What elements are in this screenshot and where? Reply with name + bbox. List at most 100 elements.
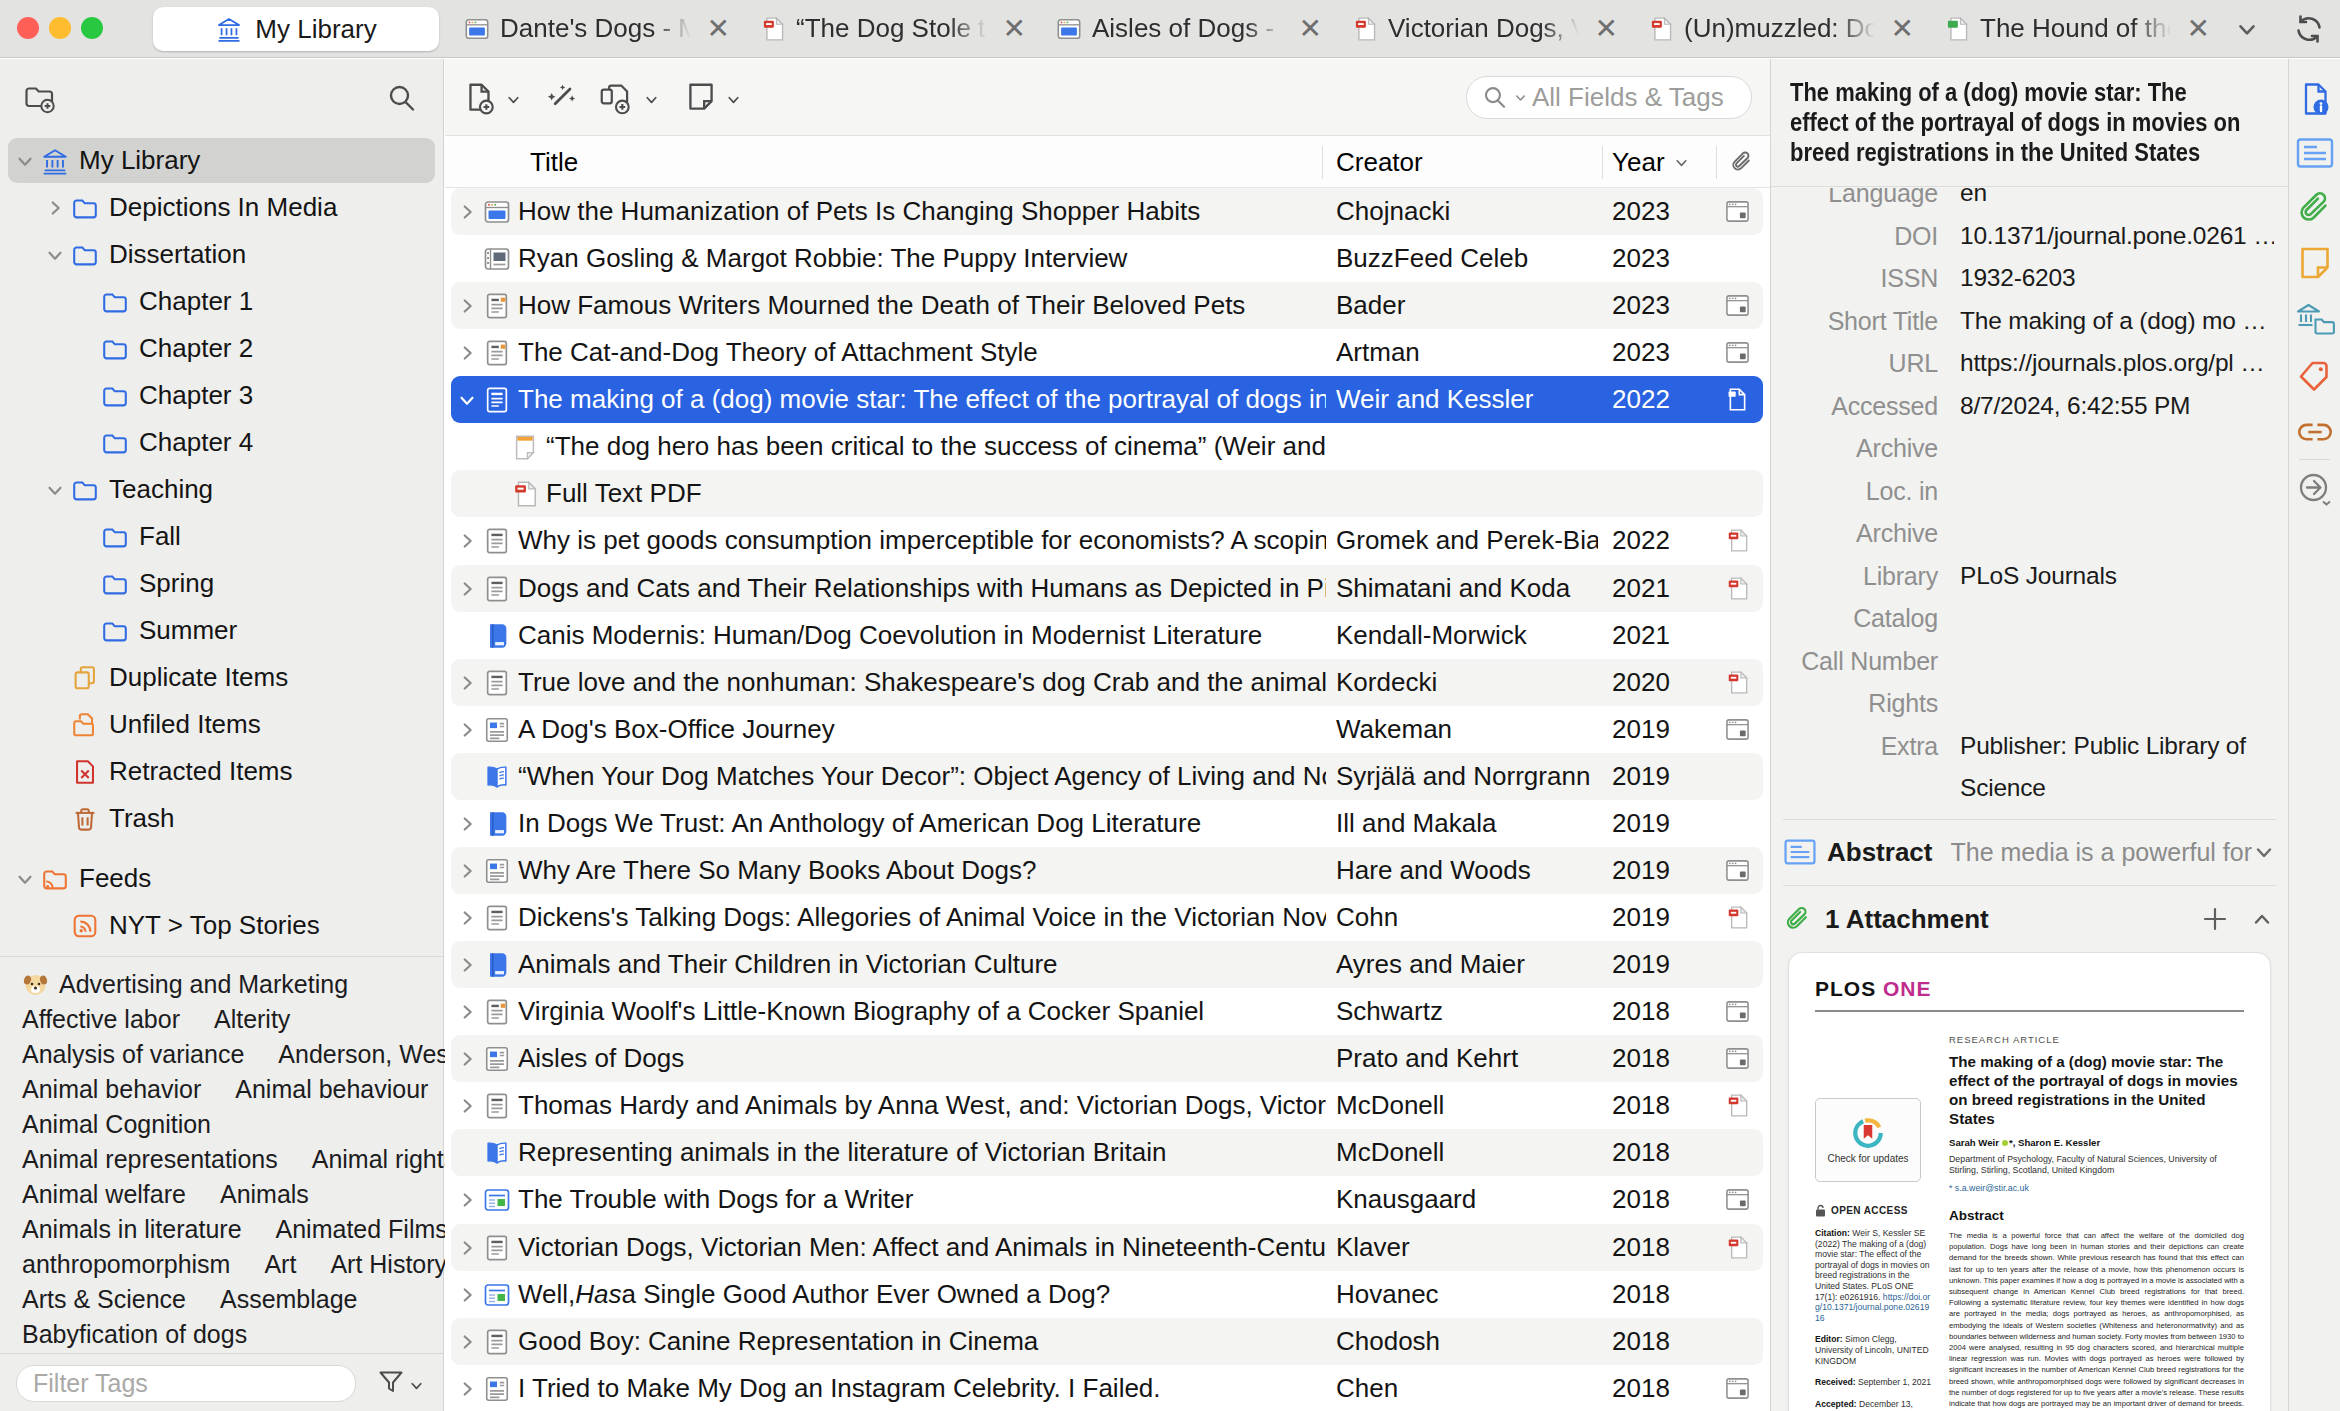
table-row[interactable]: Good Boy: Canine Representation in Cinem… [445, 1318, 1770, 1365]
table-row[interactable]: True love and the nonhuman: Shakespeare'… [445, 659, 1770, 706]
chevron-right-icon[interactable] [453, 1224, 481, 1271]
close-tab-icon[interactable]: ✕ [1299, 15, 1322, 43]
child-item-row[interactable]: Full Text PDF [445, 470, 1770, 517]
zoom-window-button[interactable] [81, 17, 103, 39]
close-tab-icon[interactable]: ✕ [1003, 15, 1026, 43]
tag-item[interactable]: Anderson, Wes [278, 1040, 448, 1069]
tab-item[interactable]: Victorian Dogs, Victo✕ [1336, 0, 1632, 57]
table-row[interactable]: Thomas Hardy and Animals by Anna West, a… [445, 1082, 1770, 1129]
tag-item[interactable]: Analysis of variance [22, 1040, 244, 1069]
add-by-identifier-icon[interactable] [543, 80, 579, 116]
column-header-creator[interactable]: Creator [1336, 137, 1423, 187]
table-row[interactable]: How Famous Writers Mourned the Death of … [445, 282, 1770, 329]
sidebar-item-summer[interactable]: Summer [0, 607, 443, 654]
new-item-icon[interactable] [462, 80, 498, 116]
field-value[interactable]: PLoS Journals [1960, 555, 2274, 640]
minimize-window-button[interactable] [49, 17, 71, 39]
tag-item[interactable]: Animals [220, 1180, 309, 1209]
chevron-right-icon[interactable] [453, 1035, 481, 1082]
field-value[interactable]: Publisher: Public Library of Science [1960, 725, 2274, 810]
field-value[interactable] [1960, 682, 2274, 725]
tag-item[interactable]: Art History [330, 1250, 447, 1279]
sidebar-item-chapter-4[interactable]: Chapter 4 [0, 419, 443, 466]
new-collection-icon[interactable] [22, 81, 58, 115]
new-note-chevron-icon[interactable] [725, 91, 742, 108]
table-row[interactable]: Animals and Their Children in Victorian … [445, 941, 1770, 988]
tab-item[interactable]: (Un)muzzled: Dogs i✕ [1632, 0, 1928, 57]
sidebar-item-my-library[interactable]: My Library [0, 137, 443, 184]
sidenav-attachments-icon[interactable] [2295, 188, 2335, 228]
table-row[interactable]: The Trouble with Dogs for a WriterKnausg… [445, 1176, 1770, 1223]
table-row[interactable]: Why Are There So Many Books About Dogs?H… [445, 847, 1770, 894]
chevron-right-icon[interactable] [453, 847, 481, 894]
field-value[interactable]: en [1960, 188, 2274, 215]
chevron-right-icon[interactable] [453, 1318, 481, 1365]
tag-item[interactable]: Animated Films [276, 1215, 448, 1244]
tag-item[interactable]: Art [264, 1250, 296, 1279]
table-row[interactable]: Well, Has a Single Good Author Ever Owne… [445, 1271, 1770, 1318]
sidenav-info-icon[interactable] [2296, 80, 2334, 118]
sidebar-item-chapter-2[interactable]: Chapter 2 [0, 325, 443, 372]
tag-item[interactable]: Animal behaviour [235, 1075, 428, 1104]
tab-list-chevron-icon[interactable] [2234, 16, 2260, 42]
chevron-right-icon[interactable] [453, 988, 481, 1035]
close-tab-icon[interactable]: ✕ [1891, 15, 1914, 43]
tab-item[interactable]: Dante's Dogs - Mang✕ [448, 0, 744, 57]
close-window-button[interactable] [17, 17, 39, 39]
table-row[interactable]: Canis Modernis: Human/Dog Coevolution in… [445, 612, 1770, 659]
chevron-right-icon[interactable] [453, 659, 481, 706]
search-chevron-icon[interactable] [1513, 90, 1528, 105]
field-value[interactable] [1960, 640, 2274, 683]
close-tab-icon[interactable]: ✕ [2187, 15, 2210, 43]
sidebar-item-feeds[interactable]: Feeds [0, 855, 443, 902]
table-row[interactable]: Dickens's Talking Dogs: Allegories of An… [445, 894, 1770, 941]
attachments-section-header[interactable]: 1 Attachment [1771, 886, 2288, 952]
column-header-year[interactable]: Year [1612, 137, 1690, 187]
tag-item[interactable]: Animal welfare [22, 1180, 186, 1209]
sidenav-related-icon[interactable] [2295, 418, 2335, 448]
sidenav-libraries-collections-icon[interactable] [2294, 300, 2336, 338]
tab-my-library[interactable]: My Library [153, 7, 439, 51]
sync-icon[interactable] [2292, 12, 2326, 46]
sidebar-item-chapter-3[interactable]: Chapter 3 [0, 372, 443, 419]
field-value[interactable]: https://journals.plos.org/pl … [1960, 342, 2274, 385]
close-tab-icon[interactable]: ✕ [707, 15, 730, 43]
field-value[interactable]: 8/7/2024, 6:42:55 PM [1960, 385, 2274, 428]
chevron-down-icon[interactable] [12, 868, 38, 890]
table-row[interactable]: The Cat-and-Dog Theory of Attachment Sty… [445, 329, 1770, 376]
abstract-section[interactable]: Abstract The media is a powerful forc… [1771, 819, 2288, 885]
add-attachment-icon[interactable] [597, 80, 635, 116]
chevron-right-icon[interactable] [453, 282, 481, 329]
field-value[interactable] [1960, 427, 2274, 470]
sidebar-item-trash[interactable]: Trash [0, 795, 443, 842]
search-box[interactable] [1466, 76, 1752, 119]
tag-filter-chevron-icon[interactable] [408, 1377, 425, 1394]
table-row[interactable]: Dogs and Cats and Their Relationships wi… [445, 565, 1770, 612]
tag-item[interactable]: Animal representations [22, 1145, 278, 1174]
sidebar-item-spring[interactable]: Spring [0, 560, 443, 607]
chevron-right-icon[interactable] [453, 517, 481, 564]
field-value[interactable]: 8/7/2024, 6:42:55 PM [1960, 810, 2274, 819]
new-note-icon[interactable] [683, 80, 719, 116]
tab-item[interactable]: The Hound of the Ba✕ [1928, 0, 2224, 57]
table-row[interactable]: How the Humanization of Pets Is Changing… [445, 188, 1770, 235]
close-tab-icon[interactable]: ✕ [1595, 15, 1618, 43]
search-input[interactable] [1532, 82, 1741, 113]
table-row[interactable]: In Dogs We Trust: An Anthology of Americ… [445, 800, 1770, 847]
table-row[interactable]: A Dog's Box-Office JourneyWakeman2019 [445, 706, 1770, 753]
chevron-right-icon[interactable] [453, 706, 481, 753]
child-item-row[interactable]: “The dog hero has been critical to the s… [445, 423, 1770, 470]
field-value[interactable]: 1932-6203 [1960, 257, 2274, 300]
new-item-chevron-icon[interactable] [505, 91, 522, 108]
tag-item[interactable]: Arts & Science [22, 1285, 186, 1314]
sidebar-item-unfiled-items[interactable]: Unfiled Items [0, 701, 443, 748]
add-attachment-plus-icon[interactable] [2202, 906, 2228, 932]
sidenav-locate-icon[interactable] [2295, 469, 2335, 509]
column-header-title[interactable]: Title [530, 137, 578, 187]
chevron-right-icon[interactable] [453, 329, 481, 376]
sidebar-item-dissertation[interactable]: Dissertation [0, 231, 443, 278]
attachments-collapse-chevron-icon[interactable] [2250, 907, 2274, 931]
sidenav-tags-icon[interactable] [2295, 356, 2335, 396]
tab-item[interactable]: “The Dog Stole the P✕ [744, 0, 1040, 57]
tag-filter-icon[interactable] [376, 1367, 406, 1397]
